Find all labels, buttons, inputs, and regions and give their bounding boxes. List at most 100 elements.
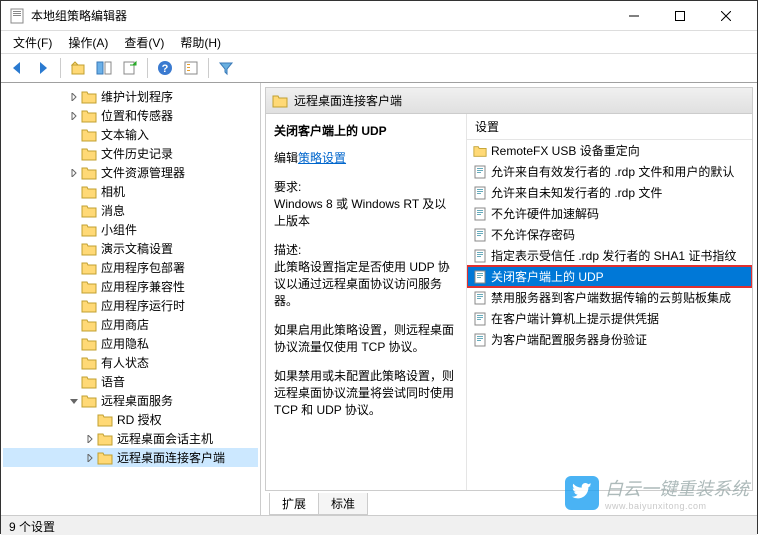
tree-item[interactable]: 文件资源管理器: [3, 163, 258, 182]
setting-item[interactable]: 指定表示受信任 .rdp 发行者的 SHA1 证书指纹: [467, 245, 752, 266]
tree-toggle-empty: [67, 375, 81, 389]
folder-icon: [81, 146, 97, 162]
export-button[interactable]: [118, 56, 142, 80]
policy-icon: [473, 249, 487, 263]
tree-item[interactable]: 远程桌面服务: [3, 391, 258, 410]
edit-prefix: 编辑: [274, 151, 298, 165]
tree-item-label: 有人状态: [101, 354, 149, 371]
minimize-button[interactable]: [611, 1, 657, 31]
properties-button[interactable]: [179, 56, 203, 80]
maximize-button[interactable]: [657, 1, 703, 31]
collapse-icon[interactable]: [67, 394, 81, 408]
settings-column-header[interactable]: 设置: [467, 114, 752, 140]
tree-item[interactable]: RD 授权: [3, 410, 258, 429]
expand-icon[interactable]: [67, 90, 81, 104]
tree-item[interactable]: 应用程序运行时: [3, 296, 258, 315]
tree-toggle-empty: [67, 185, 81, 199]
policy-icon: [473, 270, 487, 284]
setting-item-label: RemoteFX USB 设备重定向: [491, 142, 640, 159]
setting-item[interactable]: 不允许保存密码: [467, 224, 752, 245]
description-label: 描述:: [274, 241, 458, 258]
setting-item-label: 禁用服务器到客户端数据传输的云剪贴板集成: [491, 289, 731, 306]
app-icon: [9, 8, 25, 24]
tree-item[interactable]: 演示文稿设置: [3, 239, 258, 258]
tree-item-label: 演示文稿设置: [101, 240, 173, 257]
setting-item[interactable]: 为客户端配置服务器身份验证: [467, 329, 752, 350]
setting-item[interactable]: 禁用服务器到客户端数据传输的云剪贴板集成: [467, 287, 752, 308]
folder-icon: [97, 412, 113, 428]
setting-item-label: 关闭客户端上的 UDP: [491, 268, 604, 285]
menu-help[interactable]: 帮助(H): [172, 32, 229, 53]
tree-item[interactable]: 消息: [3, 201, 258, 220]
tree-item[interactable]: 远程桌面连接客户端: [3, 448, 258, 467]
expand-icon[interactable]: [83, 451, 97, 465]
tree-item-label: 文件资源管理器: [101, 164, 185, 181]
tree-item[interactable]: 应用隐私: [3, 334, 258, 353]
right-pane: 远程桌面连接客户端 关闭客户端上的 UDP 编辑策略设置 要求: Windows…: [261, 83, 757, 515]
folder-icon: [81, 184, 97, 200]
tab-extended[interactable]: 扩展: [269, 493, 319, 515]
edit-policy-row: 编辑策略设置: [274, 149, 458, 166]
right-content: 远程桌面连接客户端 关闭客户端上的 UDP 编辑策略设置 要求: Windows…: [265, 87, 753, 491]
tree-item-label: 远程桌面会话主机: [117, 430, 213, 447]
show-hide-button[interactable]: [92, 56, 116, 80]
setting-item[interactable]: 在客户端计算机上提示提供凭据: [467, 308, 752, 329]
setting-item[interactable]: 不允许硬件加速解码: [467, 203, 752, 224]
tree-toggle-empty: [67, 147, 81, 161]
tree-item[interactable]: 语音: [3, 372, 258, 391]
tree-item-label: 消息: [101, 202, 125, 219]
tree-pane[interactable]: 维护计划程序位置和传感器文本输入文件历史记录文件资源管理器相机消息小组件演示文稿…: [1, 83, 261, 515]
filter-button[interactable]: [214, 56, 238, 80]
tree-item[interactable]: 维护计划程序: [3, 87, 258, 106]
policy-icon: [473, 207, 487, 221]
folder-icon: [81, 108, 97, 124]
policy-icon: [473, 165, 487, 179]
tree-item[interactable]: 应用程序兼容性: [3, 277, 258, 296]
setting-item[interactable]: 允许来自未知发行者的 .rdp 文件: [467, 182, 752, 203]
tree-item-label: 应用程序兼容性: [101, 278, 185, 295]
tree-item[interactable]: 文本输入: [3, 125, 258, 144]
tree-item-label: 位置和传感器: [101, 107, 173, 124]
setting-item[interactable]: 允许来自有效发行者的 .rdp 文件和用户的默认: [467, 161, 752, 182]
forward-button[interactable]: [31, 56, 55, 80]
folder-icon: [81, 336, 97, 352]
tab-standard[interactable]: 标准: [318, 493, 368, 515]
folder-icon: [81, 89, 97, 105]
toolbar: ?: [1, 53, 757, 83]
setting-item[interactable]: RemoteFX USB 设备重定向: [467, 140, 752, 161]
tree-item-label: 文本输入: [101, 126, 149, 143]
setting-item-label: 在客户端计算机上提示提供凭据: [491, 310, 659, 327]
setting-item[interactable]: 关闭客户端上的 UDP: [467, 266, 752, 287]
menu-action[interactable]: 操作(A): [60, 32, 116, 53]
tree-item[interactable]: 应用程序包部署: [3, 258, 258, 277]
back-button[interactable]: [5, 56, 29, 80]
tree-item[interactable]: 应用商店: [3, 315, 258, 334]
tree-item[interactable]: 远程桌面会话主机: [3, 429, 258, 448]
tree-item-label: 应用程序运行时: [101, 297, 185, 314]
expand-icon[interactable]: [67, 166, 81, 180]
tree-item[interactable]: 小组件: [3, 220, 258, 239]
up-button[interactable]: [66, 56, 90, 80]
folder-icon: [81, 260, 97, 276]
folder-icon: [473, 144, 487, 158]
help-button[interactable]: ?: [153, 56, 177, 80]
policy-icon: [473, 333, 487, 347]
folder-icon: [81, 241, 97, 257]
tree-item[interactable]: 位置和传感器: [3, 106, 258, 125]
description-text-1: 此策略设置指定是否使用 UDP 协议以通过远程桌面协议访问服务器。: [274, 258, 458, 309]
tree-item[interactable]: 相机: [3, 182, 258, 201]
expand-icon[interactable]: [67, 109, 81, 123]
tree-item[interactable]: 有人状态: [3, 353, 258, 372]
main-content: 维护计划程序位置和传感器文本输入文件历史记录文件资源管理器相机消息小组件演示文稿…: [1, 83, 757, 515]
close-button[interactable]: [703, 1, 749, 31]
menu-file[interactable]: 文件(F): [5, 32, 60, 53]
expand-icon[interactable]: [83, 432, 97, 446]
menu-view[interactable]: 查看(V): [116, 32, 172, 53]
edit-policy-link[interactable]: 策略设置: [298, 151, 346, 165]
toolbar-separator: [147, 58, 148, 78]
menu-bar: 文件(F) 操作(A) 查看(V) 帮助(H): [1, 31, 757, 53]
pane-header-title: 远程桌面连接客户端: [294, 92, 402, 109]
folder-icon: [81, 222, 97, 238]
tree-list: 维护计划程序位置和传感器文本输入文件历史记录文件资源管理器相机消息小组件演示文稿…: [3, 87, 258, 467]
tree-item[interactable]: 文件历史记录: [3, 144, 258, 163]
